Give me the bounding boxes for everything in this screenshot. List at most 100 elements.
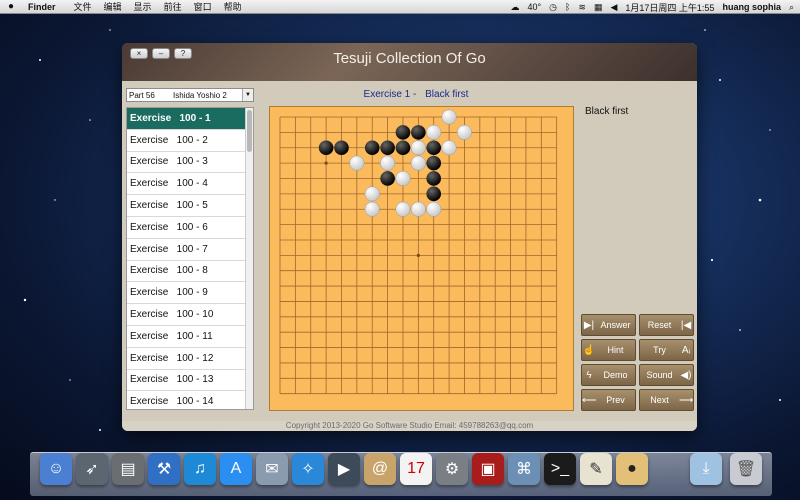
exercise-list-item[interactable]: Exercise 100 - 4 — [127, 173, 246, 196]
go-board[interactable] — [269, 106, 574, 411]
next-button[interactable]: Next ⟶ — [639, 389, 694, 411]
black-stone[interactable] — [380, 171, 395, 186]
exercise-header: Exercise 1 - Black first — [270, 89, 562, 100]
white-stone[interactable] — [395, 170, 411, 187]
calendar-icon[interactable]: 17 — [400, 453, 432, 485]
exercise-list-item[interactable]: Exercise 100 - 8 — [127, 261, 246, 283]
xcode-icon[interactable]: ⚒ — [148, 453, 180, 485]
black-stone[interactable] — [426, 140, 442, 156]
white-stone[interactable] — [364, 186, 380, 202]
black-stone[interactable] — [318, 140, 334, 156]
white-stone[interactable] — [410, 201, 426, 217]
menu-window[interactable]: 窗口 — [194, 0, 212, 13]
white-stone[interactable] — [349, 155, 365, 171]
exercise-list-item[interactable]: Exercise 100 - 10 — [127, 304, 246, 326]
exercise-list-item[interactable]: Exercise 100 - 13 — [127, 370, 246, 392]
black-stone[interactable] — [395, 125, 411, 140]
datetime[interactable]: 1月17日周四 上午1:55 — [625, 1, 714, 14]
reset-button[interactable]: Reset |◀ — [639, 314, 694, 336]
textedit-icon[interactable]: ✎ — [580, 453, 612, 485]
exercise-list[interactable]: Exercise 100 - 1 Exercise 100 - 2 Exercise… — [126, 107, 254, 410]
black-stone[interactable] — [380, 140, 395, 156]
black-stone[interactable] — [411, 125, 426, 140]
white-stone[interactable] — [426, 201, 442, 217]
wifi-icon[interactable]: ≋ — [578, 2, 586, 13]
trash-icon[interactable]: 🗑 — [730, 453, 762, 485]
black-stone[interactable] — [426, 155, 442, 171]
apple-menu-icon[interactable]: ● — [8, 1, 18, 12]
menu-view[interactable]: 显示 — [134, 0, 152, 13]
exercise-list-item[interactable]: Exercise 100 - 7 — [127, 239, 246, 261]
title-bar[interactable]: × – ? Tesuji Collection Of Go — [122, 43, 697, 81]
downloads-folder-icon[interactable]: ⤓ — [690, 453, 722, 485]
white-stone[interactable] — [410, 155, 426, 171]
exercise-list-item[interactable]: Exercise 100 - 12 — [127, 348, 246, 370]
copyright-footer: Copyright 2013-2020 Go Software Studio E… — [122, 421, 697, 431]
safari-icon[interactable]: ✧ — [292, 453, 324, 485]
menu-help[interactable]: 帮助 — [224, 0, 242, 13]
menu-go[interactable]: 前往 — [164, 0, 182, 13]
hint-button[interactable]: ☝ Hint — [581, 339, 636, 361]
exercise-list-item[interactable]: Exercise 100 - 6 — [127, 217, 246, 239]
try-icon: Aᵢ — [681, 344, 691, 356]
scroll-thumb[interactable] — [247, 110, 252, 152]
facetime-icon[interactable]: ▶ — [328, 453, 360, 485]
exercise-list-item[interactable]: Exercise 100 - 5 — [127, 195, 246, 217]
prev-button[interactable]: ⟵ Prev — [581, 389, 636, 411]
white-stone[interactable] — [410, 140, 426, 156]
system-preferences-icon[interactable]: ⚙ — [436, 453, 468, 485]
white-stone[interactable] — [364, 201, 380, 217]
exercise-list-item[interactable]: Exercise 100 - 14 — [127, 391, 246, 409]
launchpad-icon[interactable]: ➶ — [76, 453, 108, 485]
bluetooth-icon[interactable]: ᛒ — [565, 2, 570, 12]
exercise-list-item[interactable]: Exercise 100 - 9 — [127, 282, 246, 305]
go-app-icon[interactable]: ● — [616, 453, 648, 485]
black-stone[interactable] — [364, 140, 380, 156]
weather-icon[interactable]: ☁ — [511, 2, 520, 13]
black-stone[interactable] — [334, 140, 349, 156]
menu-file[interactable]: 文件 — [74, 0, 92, 13]
mission-control-icon[interactable]: ▤ — [112, 453, 144, 485]
arrow-right-icon: ⟶ — [679, 394, 694, 406]
network-icon[interactable]: ⌘ — [508, 453, 540, 485]
app-window: × – ? Tesuji Collection Of Go Part 56 Is… — [122, 43, 697, 431]
white-stone[interactable] — [456, 124, 473, 140]
exercise-list-item[interactable]: Exercise 100 - 1 — [127, 108, 246, 130]
volume-icon[interactable]: ◀ — [610, 2, 617, 13]
white-stone[interactable] — [395, 201, 411, 217]
weather-temp[interactable]: 40° — [528, 2, 542, 12]
white-stone[interactable] — [426, 124, 442, 140]
sound-button[interactable]: Sound ◀) — [639, 364, 694, 386]
white-stone[interactable] — [380, 155, 396, 171]
itunes-icon[interactable]: ♫ — [184, 453, 216, 485]
white-stone[interactable] — [441, 109, 457, 125]
black-stone[interactable] — [395, 140, 411, 156]
terminal-icon[interactable]: >_ — [544, 453, 576, 485]
answer-button[interactable]: ▶| Answer — [581, 314, 636, 336]
exercise-list-item[interactable]: Exercise 100 - 2 — [127, 130, 246, 152]
go-board-grid[interactable] — [270, 107, 573, 410]
clock-icon[interactable]: ◷ — [549, 2, 557, 13]
black-stone[interactable] — [426, 186, 442, 202]
dock: ☺ ➶ ▤ ⚒ ♫ A ✉ ✧ ▶ @ 17 ⚙ ▣ ⌘ >_ ✎ ● ⤓ 🗑 — [30, 452, 772, 496]
menu-finder[interactable]: Finder — [28, 2, 56, 12]
menu-bar: ● Finder 文件 编辑 显示 前往 窗口 帮助 ☁ 40° ◷ ᛒ ≋ ▦… — [0, 0, 800, 14]
photo-booth-icon[interactable]: ▣ — [472, 453, 504, 485]
exercise-list-item[interactable]: Exercise 100 - 3 — [127, 152, 246, 174]
mail-icon[interactable]: ✉ — [256, 453, 288, 485]
part-selector[interactable]: Part 56 Ishida Yoshio 2 ▼ — [126, 88, 254, 102]
try-button[interactable]: Try Aᵢ — [639, 339, 694, 361]
exercise-list-item[interactable]: Exercise 100 - 11 — [127, 326, 246, 348]
flag-icon[interactable]: ▦ — [594, 2, 603, 13]
black-stone[interactable] — [426, 171, 442, 186]
app-store-icon[interactable]: A — [220, 453, 252, 485]
finder-icon[interactable]: ☺ — [40, 453, 72, 485]
white-stone[interactable] — [441, 140, 457, 156]
spotlight-icon[interactable]: ⌕ — [789, 2, 794, 13]
scrollbar[interactable] — [245, 108, 253, 409]
user-name[interactable]: huang sophia — [722, 2, 781, 12]
demo-button[interactable]: ϟ Demo — [581, 364, 636, 386]
chevron-down-icon[interactable]: ▼ — [242, 89, 253, 101]
contacts-icon[interactable]: @ — [364, 453, 396, 485]
menu-edit[interactable]: 编辑 — [104, 0, 122, 13]
